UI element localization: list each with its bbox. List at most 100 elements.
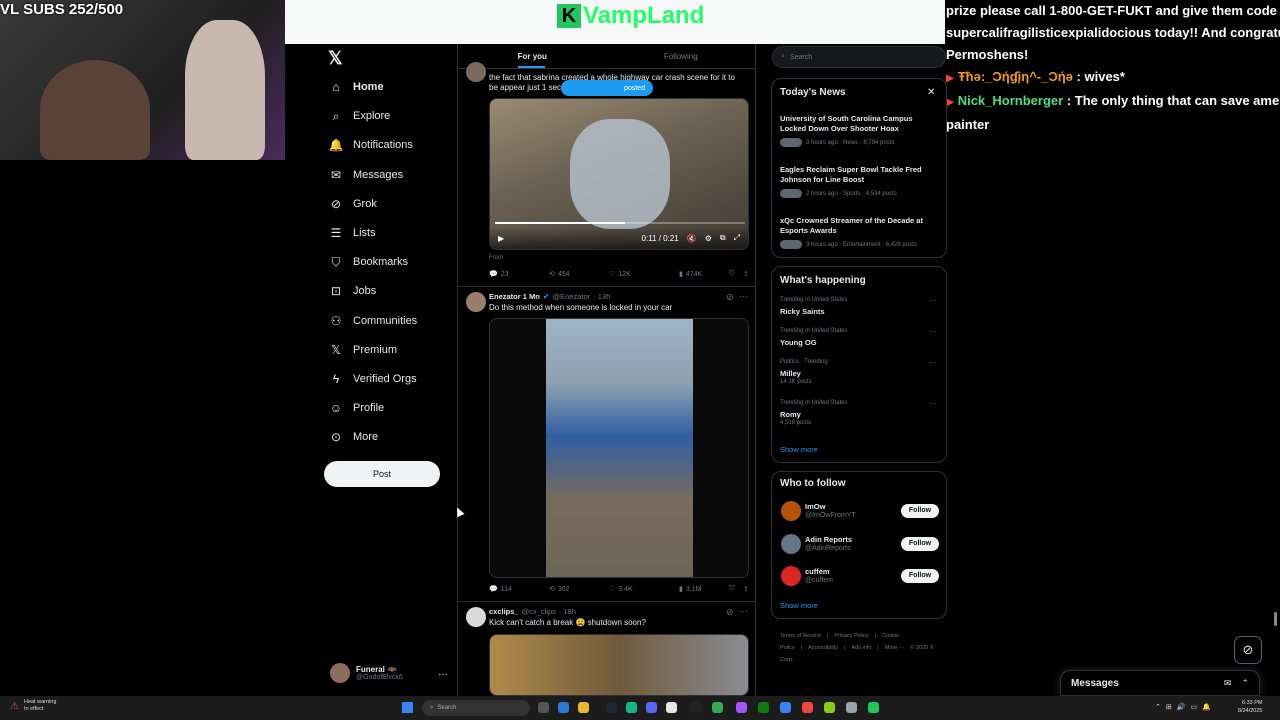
volume-icon[interactable]: 🔊 [1177, 703, 1186, 711]
avatar[interactable] [466, 62, 486, 82]
taskbar-search[interactable]: ⌕ Search [422, 700, 530, 716]
grok-icon[interactable]: ⊘ [1234, 636, 1262, 664]
share-icon[interactable]: ⇪ [743, 270, 749, 278]
repost-button[interactable]: ⟲ 454 [549, 270, 609, 279]
news-headline[interactable]: University of South Carolina Campus Lock… [780, 114, 930, 134]
footer-link[interactable]: Ads info [852, 645, 872, 651]
grok-icon[interactable]: ⊘ [726, 292, 734, 303]
repost-button[interactable]: ⟲ 302 [549, 585, 609, 594]
nav-item-profile[interactable]: ☺ Profile [329, 401, 384, 415]
avatar[interactable] [466, 292, 486, 312]
clock[interactable]: 6:33 PM 8/24/2025 [1238, 699, 1262, 715]
tweet-video[interactable] [489, 318, 749, 578]
follow-button[interactable]: Follow [901, 504, 939, 518]
chevron-up-icon[interactable]: ⌃ [1155, 703, 1161, 711]
footer-link[interactable]: Accessibility [808, 645, 838, 651]
battery-icon[interactable]: ▭ [1190, 703, 1197, 711]
xbox-icon[interactable] [758, 702, 769, 713]
x-logo-icon[interactable]: 𝕏 [328, 48, 343, 69]
weather-widget[interactable]: ⚠ Heat warning In effect [10, 699, 56, 713]
footer-link[interactable]: More ··· [885, 645, 905, 651]
follow-name[interactable]: Adin Reports [805, 535, 852, 544]
post-button[interactable]: Post [324, 461, 440, 487]
app-icon[interactable] [868, 702, 879, 713]
nav-item-jobs[interactable]: ⊡ Jobs [329, 284, 376, 298]
more-dots-icon[interactable]: ··· [929, 358, 937, 367]
more-dots-icon[interactable]: ··· [438, 669, 448, 680]
views-button[interactable]: ▮ 474K [679, 270, 729, 279]
close-icon[interactable]: ✕ [927, 87, 935, 98]
reply-button[interactable]: 💬 23 [489, 270, 549, 279]
nav-item-lists[interactable]: ☰ Lists [329, 226, 376, 240]
follow-button[interactable]: Follow [901, 569, 939, 583]
nav-item-bookmarks[interactable]: ⛉ Bookmarks [329, 255, 408, 269]
messages-drawer[interactable]: Messages ✉ ⌃ [1060, 670, 1260, 696]
video-progress[interactable] [495, 222, 745, 224]
bookmark-icon[interactable]: ⛉ [729, 585, 743, 593]
tweet-author-handle[interactable]: @cx_clips [522, 607, 556, 616]
nav-item-communities[interactable]: ⚇ Communities [329, 314, 418, 328]
obs-icon[interactable] [690, 702, 701, 713]
chevron-up-icon[interactable]: ⌃ [1241, 678, 1249, 689]
avatar[interactable] [466, 607, 486, 627]
app-icon[interactable] [780, 702, 791, 713]
windows-start-icon[interactable] [402, 702, 413, 713]
compose-icon[interactable]: ✉ [1224, 678, 1232, 689]
grok-icon[interactable]: ⊘ [726, 607, 734, 618]
edge-icon[interactable] [558, 702, 569, 713]
follow-button[interactable]: Follow [901, 536, 939, 551]
more-dots-icon[interactable]: ··· [739, 606, 748, 616]
footer-link[interactable]: Privacy Policy [834, 633, 868, 639]
steam-icon[interactable] [606, 702, 617, 713]
more-dots-icon[interactable]: ··· [929, 399, 937, 408]
tweet-video[interactable]: ▶ 0:11 / 0:21 🔇 ⚙ ⧉ ⤢ [489, 98, 749, 250]
app-icon[interactable] [824, 702, 835, 713]
system-tray[interactable]: ⌃ ⊞ 🔊 ▭ 🔔 [1155, 703, 1211, 711]
fullscreen-icon[interactable]: ⤢ [734, 233, 740, 243]
app-icon[interactable] [802, 702, 813, 713]
tab-following[interactable]: Following [607, 44, 756, 68]
nav-item-notifications[interactable]: 🔔 Notifications [329, 138, 413, 152]
bookmark-icon[interactable]: ⛉ [729, 270, 743, 278]
network-icon[interactable]: ⊞ [1166, 703, 1172, 711]
bell-icon[interactable]: 🔔 [1202, 703, 1211, 711]
chrome-icon[interactable] [712, 702, 723, 713]
pip-icon[interactable]: ⧉ [720, 233, 726, 243]
tweet-author-name[interactable]: cxclips_ [489, 607, 519, 616]
nav-item-messages[interactable]: ✉ Messages [329, 168, 403, 182]
app-icon[interactable] [846, 702, 857, 713]
avatar[interactable] [781, 501, 801, 521]
like-button[interactable]: ♡ 12K [609, 270, 679, 279]
views-button[interactable]: ▮ 3.1M [679, 585, 729, 594]
trend-name[interactable]: Young OG [780, 338, 817, 347]
app-icon[interactable] [626, 702, 637, 713]
footer-link[interactable]: Terms of Service [780, 633, 821, 639]
show-more-link[interactable]: Show more [780, 601, 818, 610]
trend-name[interactable]: Ricky Saints [780, 307, 825, 316]
account-switcher[interactable]: Funeral 🦇 @GodofBlvck6 [330, 663, 403, 683]
play-icon[interactable]: ▶ [498, 234, 504, 243]
news-headline[interactable]: xQc Crowned Streamer of the Decade at Es… [780, 216, 930, 236]
more-dots-icon[interactable]: ··· [929, 327, 937, 336]
app-icon[interactable] [736, 702, 747, 713]
tweet-author-handle[interactable]: @Enezator [553, 292, 591, 301]
avatar[interactable] [781, 533, 801, 554]
avatar[interactable] [781, 566, 801, 586]
trend-name[interactable]: Milley [780, 369, 801, 378]
more-dots-icon[interactable]: ··· [929, 296, 937, 305]
mute-icon[interactable]: 🔇 [687, 234, 697, 243]
tweet-author-name[interactable]: Enezator 1 Mn [489, 292, 540, 301]
tweet-image[interactable] [489, 634, 749, 696]
share-icon[interactable]: ⇪ [743, 585, 749, 593]
follow-name[interactable]: cuffem [805, 567, 830, 576]
nav-item-verified-orgs[interactable]: ϟ Verified Orgs [329, 372, 417, 386]
scrollbar-thumb[interactable] [1274, 612, 1277, 626]
folder-icon[interactable] [578, 702, 589, 713]
search-input[interactable]: ⌕ Search [772, 46, 946, 68]
nav-item-explore[interactable]: ⌕ Explore [329, 109, 391, 123]
app-icon[interactable] [666, 702, 677, 713]
discord-icon[interactable] [646, 702, 657, 713]
nav-item-more[interactable]: ⊙ More [329, 430, 378, 444]
follow-name[interactable]: ImOw [805, 502, 825, 511]
news-headline[interactable]: Eagles Reclaim Super Bowl Tackle Fred Jo… [780, 165, 930, 185]
